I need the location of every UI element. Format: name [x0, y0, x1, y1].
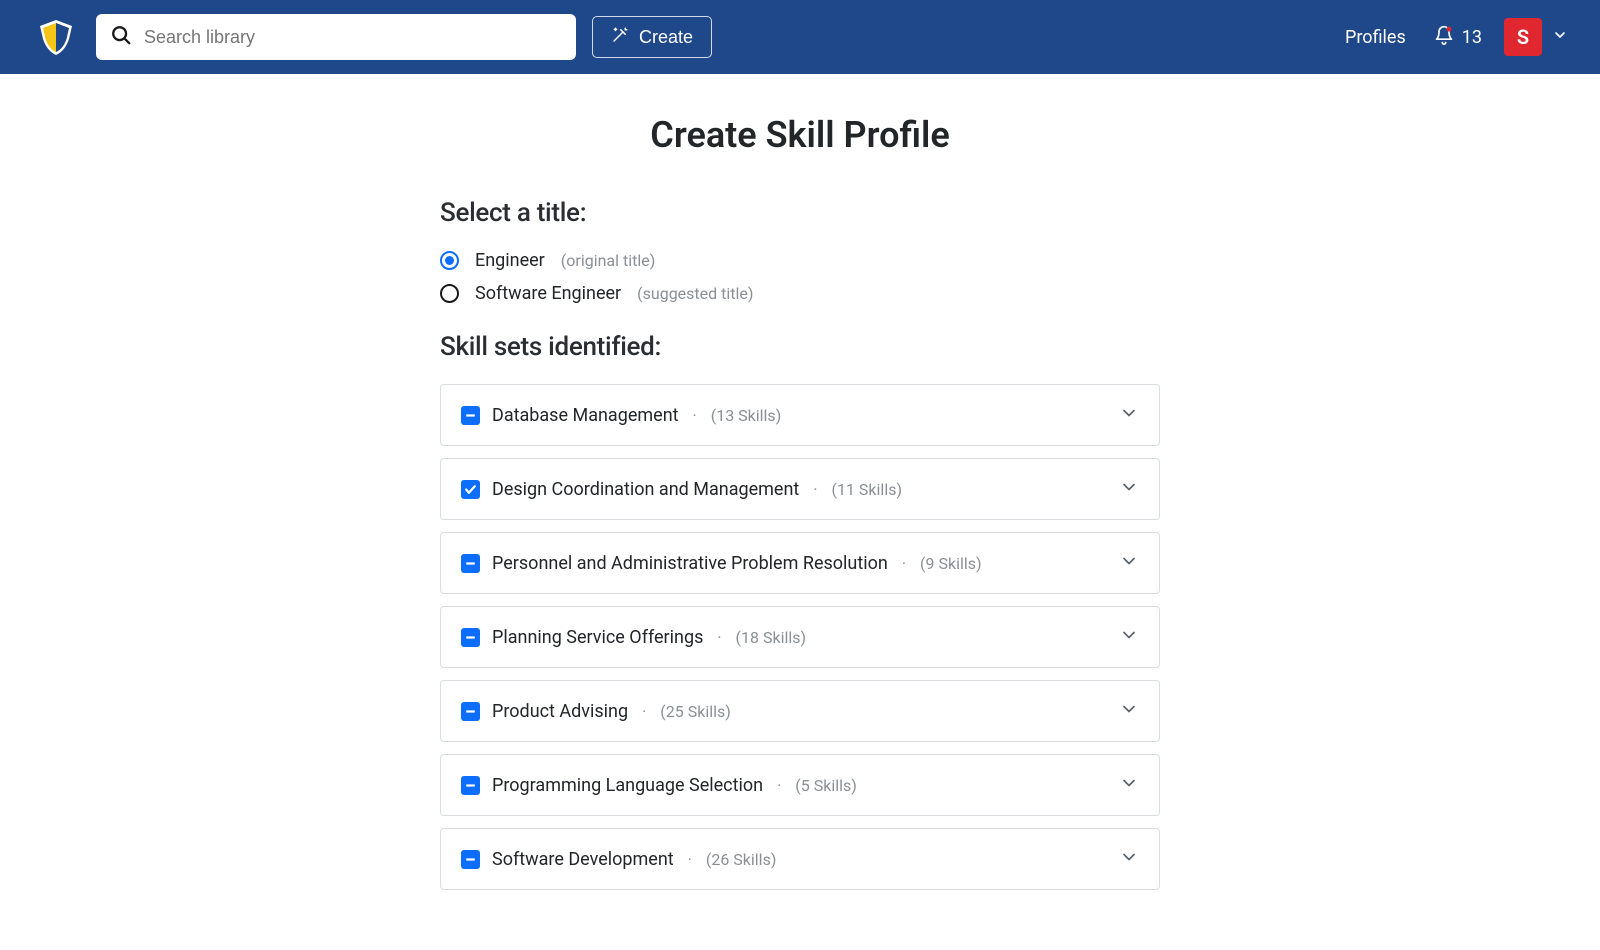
checkbox-indeterminate-icon[interactable]: [461, 702, 480, 721]
skill-set-row[interactable]: Personnel and Administrative Problem Res…: [440, 532, 1160, 594]
separator-dot: ·: [902, 554, 906, 573]
skill-set-name: Software Development: [492, 849, 674, 870]
chevron-down-icon[interactable]: [1119, 551, 1139, 575]
skill-set-name: Personnel and Administrative Problem Res…: [492, 553, 888, 574]
skill-set-count: (18 Skills): [736, 628, 807, 647]
skill-set-row[interactable]: Software Development·(26 Skills): [440, 828, 1160, 890]
chevron-down-icon[interactable]: [1119, 847, 1139, 871]
skill-set-name: Database Management: [492, 405, 679, 426]
search-input[interactable]: [144, 27, 562, 48]
select-title-heading: Select a title:: [440, 198, 1160, 228]
skill-set-name: Product Advising: [492, 701, 628, 722]
title-option-note: (suggested title): [637, 284, 753, 303]
skill-set-list: Database Management · (13 Skills) Design Co…: [440, 384, 1160, 890]
separator-dot: ·: [693, 406, 697, 425]
radio-icon: [440, 251, 459, 270]
chevron-down-icon[interactable]: [1119, 699, 1139, 723]
notifications-button[interactable]: 13: [1434, 25, 1482, 50]
profiles-link[interactable]: Profiles: [1345, 27, 1406, 48]
avatar[interactable]: S: [1504, 18, 1542, 56]
skill-set-count: (11 Skills): [832, 480, 903, 499]
checkbox-checked-icon[interactable]: [461, 480, 480, 499]
brand-logo-icon: [36, 17, 76, 57]
skill-set-name: Planning Service Offerings: [492, 627, 703, 648]
separator-dot: ·: [717, 628, 721, 647]
chevron-down-icon[interactable]: [1119, 477, 1139, 501]
title-option[interactable]: Engineer (original title): [440, 250, 1160, 271]
separator-dot: ·: [777, 776, 781, 795]
create-button[interactable]: Create: [592, 16, 712, 58]
title-option-note: (original title): [561, 251, 656, 270]
skill-sets-heading: Skill sets identified:: [440, 332, 1160, 362]
skill-set-count: (25 Skills): [660, 702, 731, 721]
magic-wand-icon: [611, 26, 629, 49]
search-icon: [110, 24, 132, 50]
skill-set-count: (9 Skills): [920, 554, 982, 573]
skill-set-row[interactable]: Product Advising · (25 Skills): [440, 680, 1160, 742]
account-menu-chevron-icon[interactable]: [1552, 27, 1568, 47]
skill-set-count: (13 Skills): [711, 406, 782, 425]
checkbox-indeterminate-icon[interactable]: [461, 776, 480, 795]
skill-set-row[interactable]: Database Management · (13 Skills): [440, 384, 1160, 446]
skill-set-name: Programming Language Selection: [492, 775, 763, 796]
title-option-label: Engineer: [475, 250, 545, 271]
skill-set-row[interactable]: Programming Language Selection · (5 Skills…: [440, 754, 1160, 816]
title-option[interactable]: Software Engineer (suggested title): [440, 283, 1160, 304]
skill-set-name: Design Coordination and Management: [492, 479, 799, 500]
skill-set-count: (5 Skills): [795, 776, 857, 795]
checkbox-indeterminate-icon[interactable]: [461, 554, 480, 573]
search-input-wrapper[interactable]: [96, 14, 576, 60]
main-content: Create Skill Profile Select a title: Eng…: [440, 74, 1160, 950]
create-button-label: Create: [639, 27, 693, 48]
bell-icon: [1434, 25, 1454, 50]
radio-icon: [440, 284, 459, 303]
top-nav-bar: Create Profiles 13 S: [0, 0, 1600, 74]
separator-dot: ·: [813, 480, 817, 499]
notifications-count: 13: [1462, 27, 1482, 48]
title-option-label: Software Engineer: [475, 283, 621, 304]
chevron-down-icon[interactable]: [1119, 625, 1139, 649]
separator-dot: ·: [642, 702, 646, 721]
chevron-down-icon[interactable]: [1119, 403, 1139, 427]
skill-set-row[interactable]: Planning Service Offerings · (18 Skills): [440, 606, 1160, 668]
title-options: Engineer (original title) Software Enginee…: [440, 250, 1160, 304]
checkbox-indeterminate-icon[interactable]: [461, 628, 480, 647]
chevron-down-icon[interactable]: [1119, 773, 1139, 797]
page-title: Create Skill Profile: [440, 114, 1160, 156]
checkbox-indeterminate-icon[interactable]: [461, 406, 480, 425]
skill-set-row[interactable]: Design Coordination and Management · (11 S…: [440, 458, 1160, 520]
